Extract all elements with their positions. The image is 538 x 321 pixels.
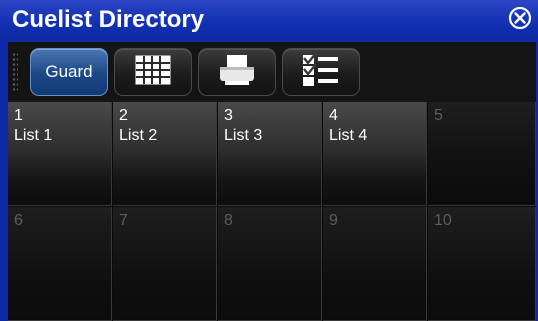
cuelist-grid: 1 List 1 2 List 2 3 List 3 4 List 4 5 6 … — [8, 102, 536, 321]
cell-number: 6 — [14, 212, 23, 229]
cell-list-name: List 2 — [119, 127, 158, 144]
cell-number: 4 — [329, 107, 338, 124]
printer-icon — [217, 53, 257, 92]
cell-list-name: List 3 — [224, 127, 263, 144]
cuelist-cell-4[interactable]: 4 List 4 — [323, 102, 427, 206]
cell-list-name: List 1 — [14, 127, 53, 144]
print-button[interactable] — [198, 48, 276, 96]
cell-number: 9 — [329, 212, 338, 229]
cuelist-cell-7[interactable]: 7 — [113, 207, 217, 321]
window-title: Cuelist Directory — [12, 6, 205, 33]
cuelist-cell-3[interactable]: 3 List 3 — [218, 102, 322, 206]
guard-button-label: Guard — [45, 62, 93, 81]
cuelist-cell-2[interactable]: 2 List 2 — [113, 102, 217, 206]
checklist-button[interactable] — [282, 48, 360, 96]
grid-view-icon — [135, 55, 171, 90]
cell-number: 7 — [119, 212, 128, 229]
cell-number: 1 — [14, 107, 23, 124]
cell-number: 8 — [224, 212, 233, 229]
cell-number: 2 — [119, 107, 128, 124]
cell-list-name: List 4 — [329, 127, 368, 144]
toolbar-grip-handle[interactable] — [12, 52, 18, 92]
title-bar[interactable]: Cuelist Directory — [0, 0, 538, 40]
cuelist-cell-5[interactable]: 5 — [428, 102, 536, 206]
checklist-icon — [301, 51, 341, 93]
cuelist-cell-6[interactable]: 6 — [8, 207, 112, 321]
cuelist-directory-window: Cuelist Directory Guard 1 List 1 2 List … — [0, 0, 538, 321]
cuelist-cell-8[interactable]: 8 — [218, 207, 322, 321]
cuelist-cell-1[interactable]: 1 List 1 — [8, 102, 112, 206]
cuelist-cell-9[interactable]: 9 — [323, 207, 427, 321]
cell-number: 3 — [224, 107, 233, 124]
guard-button[interactable]: Guard — [30, 48, 108, 96]
close-icon[interactable] — [508, 6, 532, 30]
cuelist-cell-10[interactable]: 10 — [428, 207, 536, 321]
cell-number: 10 — [434, 212, 452, 229]
grid-view-button[interactable] — [114, 48, 192, 96]
toolbar: Guard — [8, 42, 536, 102]
cell-number: 5 — [434, 107, 443, 124]
